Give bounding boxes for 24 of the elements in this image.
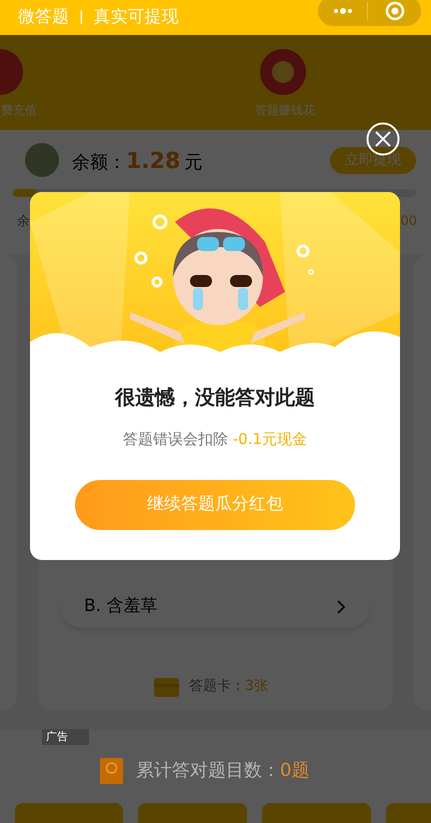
continue-button[interactable]: 继续答题瓜分红包: [75, 480, 355, 530]
progress-text: 00: [400, 213, 417, 231]
answer-card-count: 3张: [245, 676, 268, 696]
title-separator: |: [79, 8, 84, 27]
dialog-message: 答题错误会扣除 -0.1元现金: [122, 429, 308, 450]
app-title: 微答题: [18, 6, 69, 29]
answer-option[interactable]: B. 含羞草: [60, 585, 370, 628]
balance-amount: 1.28: [126, 148, 180, 176]
coin-box-icon: [100, 758, 123, 784]
more-icon[interactable]: [333, 8, 353, 14]
target-icon[interactable]: [385, 1, 405, 21]
chevron-right-icon: [336, 600, 346, 614]
stat-value: 0题: [280, 759, 310, 783]
balance-label: 余额：: [72, 151, 126, 175]
ad-tag: 广告: [42, 729, 89, 745]
card-icon: [154, 675, 179, 697]
banner-label[interactable]: 答题赚钱花: [255, 101, 315, 119]
banner-label[interactable]: 费充值: [1, 101, 37, 119]
avatar-image: [25, 143, 59, 177]
stat-label: 累计答对题目数：: [136, 759, 280, 783]
dialog-title: 很遗憾，没能答对此题: [114, 384, 316, 411]
app-subtitle: 真实可提现: [94, 6, 179, 29]
balance-unit: 元: [184, 151, 202, 175]
coin-icon[interactable]: [260, 49, 306, 95]
